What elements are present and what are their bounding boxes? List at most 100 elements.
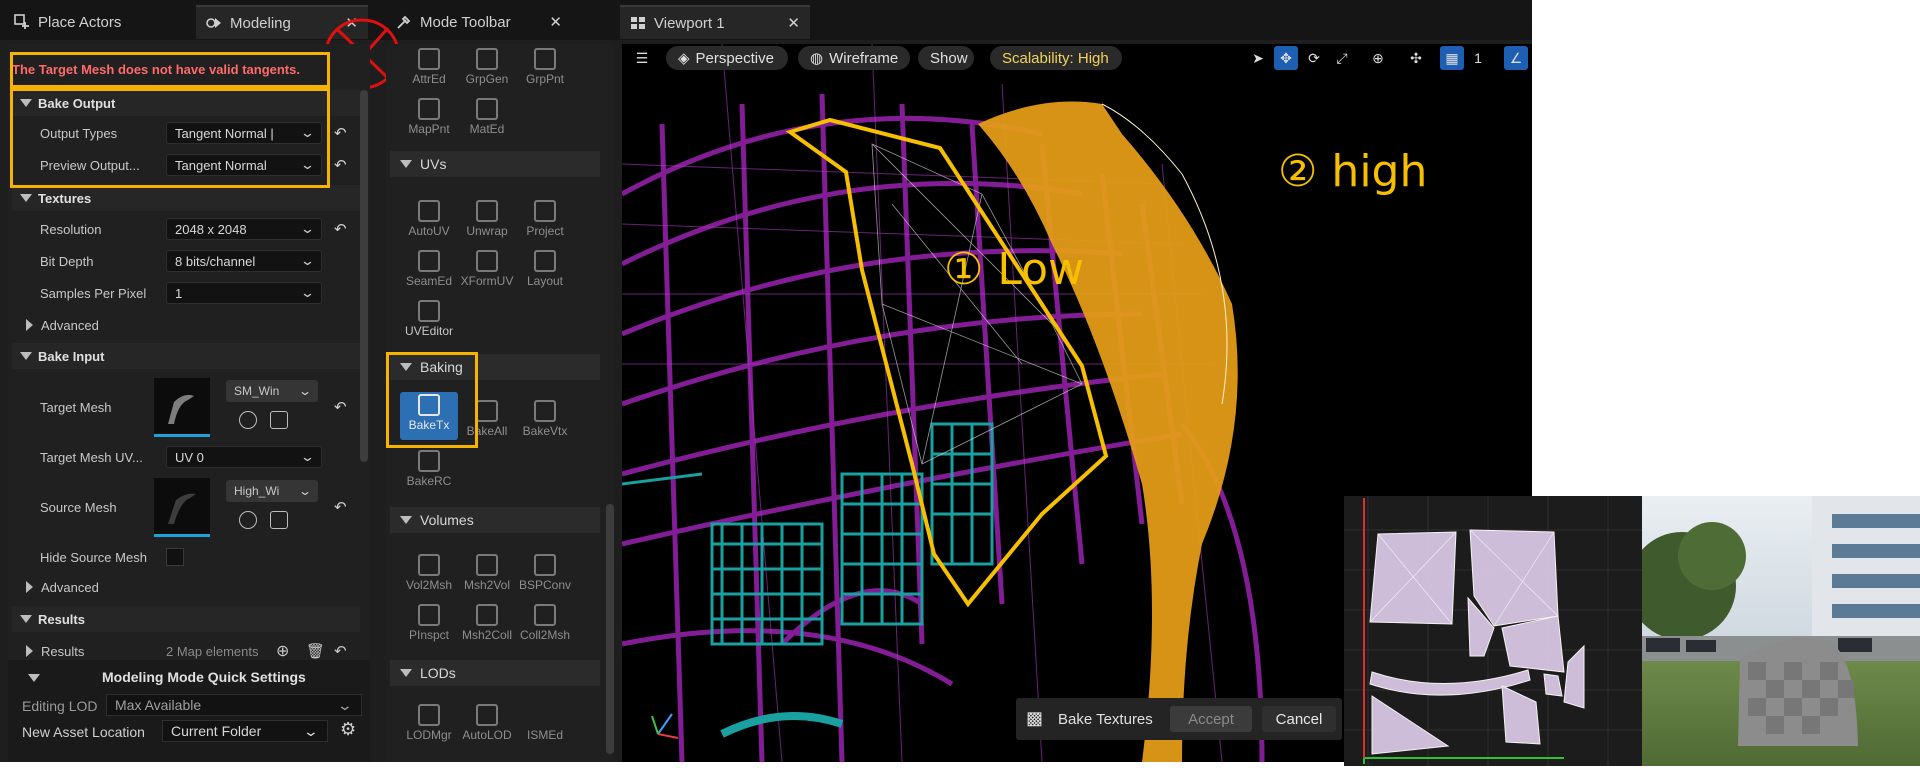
section-title: LODs [420,665,456,681]
tool-bakerc[interactable]: BakeRC [400,448,458,496]
bake-input-advanced[interactable]: Advanced [12,574,360,600]
scale-tool-icon[interactable]: ⤢ [1330,46,1354,70]
tool-mappnt[interactable]: MapPnt [400,96,458,144]
tool-bspconv[interactable]: BSPConv [516,552,574,600]
reset-arrow-icon[interactable]: ↶ [334,498,347,516]
close-icon[interactable]: ✕ [549,13,562,31]
use-selected-asset-icon[interactable] [239,411,257,429]
target-mesh-thumbnail[interactable] [154,378,210,437]
scalability-button[interactable]: Scalability: High [990,46,1122,70]
tool-mated[interactable]: MatEd [458,96,516,144]
section-volumes[interactable]: Volumes [390,507,600,533]
tool-autouv[interactable]: AutoUV [400,198,458,246]
reset-arrow-icon[interactable]: ↶ [334,124,347,142]
section-uvs[interactable]: UVs [390,151,600,177]
dropdown-value: Tangent Normal | [175,125,274,141]
target-mesh-dropdown[interactable]: SM_Win ⌄ [226,380,318,402]
add-element-icon[interactable]: ⊕ [276,641,289,661]
globe-icon: ◍ [810,50,824,67]
section-textures[interactable]: Textures [12,185,360,211]
auto-uv-icon [418,200,440,222]
tool-autolod[interactable]: AutoLOD [458,702,516,750]
reset-arrow-icon[interactable]: ↶ [334,642,347,660]
select-cursor-icon[interactable]: ➤ [1246,46,1270,70]
samples-dropdown[interactable]: 1 ⌄ [166,282,322,304]
button-label: Perspective [695,49,774,67]
new-asset-location-dropdown[interactable]: Current Folder ⌄ [162,720,328,742]
bit-depth-dropdown[interactable]: 8 bits/channel ⌄ [166,250,322,272]
preview-output-dropdown[interactable]: Tangent Normal ⌄ [166,154,322,176]
output-types-dropdown[interactable]: Tangent Normal | ⌄ [166,122,322,144]
tool-ismed[interactable]: ISMEd [516,702,574,750]
section-bake-input[interactable]: Bake Input [12,343,360,369]
section-title: Results [38,611,85,627]
grid-snap-icon[interactable]: ▦ [1440,46,1464,70]
collapse-arrow-icon[interactable] [28,674,40,682]
tool-pinspct[interactable]: PInspct [400,602,458,650]
show-button[interactable]: Show [918,46,974,70]
wireframe-button[interactable]: ◍ Wireframe [798,46,910,70]
warning-message: The Target Mesh does not have valid tang… [12,62,300,77]
quick-settings-title: Modeling Mode Quick Settings [102,669,306,685]
section-baking[interactable]: Baking [390,354,600,380]
section-results[interactable]: Results [12,606,360,632]
tool-msh2coll[interactable]: Msh2Coll [458,602,516,650]
world-space-icon[interactable]: ⊕ [1366,46,1390,70]
use-selected-asset-icon[interactable] [239,511,257,529]
textures-advanced[interactable]: Advanced [12,312,360,338]
trash-icon[interactable]: 🗑 [306,642,325,660]
hide-source-mesh-checkbox[interactable] [166,548,184,566]
dropdown-value: Max Available [115,697,202,713]
toolbar-scrollbar[interactable] [606,504,614,754]
section-lods[interactable]: LODs [390,660,600,686]
tool-vol2msh[interactable]: Vol2Msh [400,552,458,600]
move-tool-icon[interactable]: ✥ [1274,46,1298,70]
dropdown-value: 1 [175,285,183,301]
perspective-button[interactable]: ◈ Perspective [666,46,788,70]
section-bake-output[interactable]: Bake Output [12,90,360,116]
tool-unwrap[interactable]: Unwrap [458,198,516,246]
accept-button[interactable]: Accept [1170,706,1252,732]
tab-viewport-1[interactable]: Viewport 1 ✕ [620,5,810,39]
details-scrollbar[interactable] [360,90,368,462]
close-icon[interactable]: ✕ [787,14,800,32]
gear-icon[interactable]: ⚙ [340,719,356,740]
target-uv-dropdown[interactable]: UV 0 ⌄ [166,446,322,468]
tool-lodmgr[interactable]: LODMgr [400,702,458,750]
source-mesh-dropdown[interactable]: High_Wi ⌄ [226,480,318,502]
tool-seamed[interactable]: SeamEd [400,248,458,296]
tool-bakevtx[interactable]: BakeVtx [516,398,574,446]
tool-layout[interactable]: Layout [516,248,574,296]
tool-project[interactable]: Project [516,198,574,246]
tool-grpgen[interactable]: GrpGen [458,46,516,94]
tab-mode-toolbar[interactable]: Mode Toolbar ✕ [386,5,572,39]
tool-uveditor[interactable]: UVEditor [400,298,458,346]
surface-snap-icon[interactable]: ✣ [1404,46,1428,70]
reset-arrow-icon[interactable]: ↶ [334,398,347,416]
browse-asset-icon[interactable] [270,411,288,429]
rotate-tool-icon[interactable]: ⟳ [1302,46,1326,70]
tool-msh2vol[interactable]: Msh2Vol [458,552,516,600]
reset-arrow-icon[interactable]: ↶ [334,156,347,174]
tool-baketx[interactable]: BakeTx [400,392,458,440]
resolution-dropdown[interactable]: 2048 x 2048 ⌄ [166,218,322,240]
tool-attred[interactable]: AttrEd [400,46,458,94]
tab-place-actors[interactable]: Place Actors [4,5,194,39]
cancel-button[interactable]: Cancel [1262,706,1336,732]
tool-coll2msh[interactable]: Coll2Msh [516,602,574,650]
tool-xformuv[interactable]: XFormUV [458,248,516,296]
chevron-down-icon: ⌄ [299,449,316,464]
source-mesh-thumbnail[interactable] [154,478,210,537]
editing-lod-dropdown[interactable]: Max Available ⌄ [106,694,362,716]
tab-label: Mode Toolbar [420,13,511,31]
row-samples-per-pixel: Samples Per Pixel 1 ⌄ [12,278,360,308]
browse-asset-icon[interactable] [270,511,288,529]
grid-size-value[interactable]: 1 [1466,46,1490,70]
bake-render-capture-icon [418,450,440,472]
tool-grppnt[interactable]: GrpPnt [516,46,574,94]
hamburger-menu-icon[interactable]: ☰ [630,46,654,70]
tool-bakeall[interactable]: BakeAll [458,398,516,446]
reset-arrow-icon[interactable]: ↶ [334,220,347,238]
dropdown-value: UV 0 [175,449,204,465]
angle-snap-icon[interactable]: ∠ [1504,46,1528,70]
